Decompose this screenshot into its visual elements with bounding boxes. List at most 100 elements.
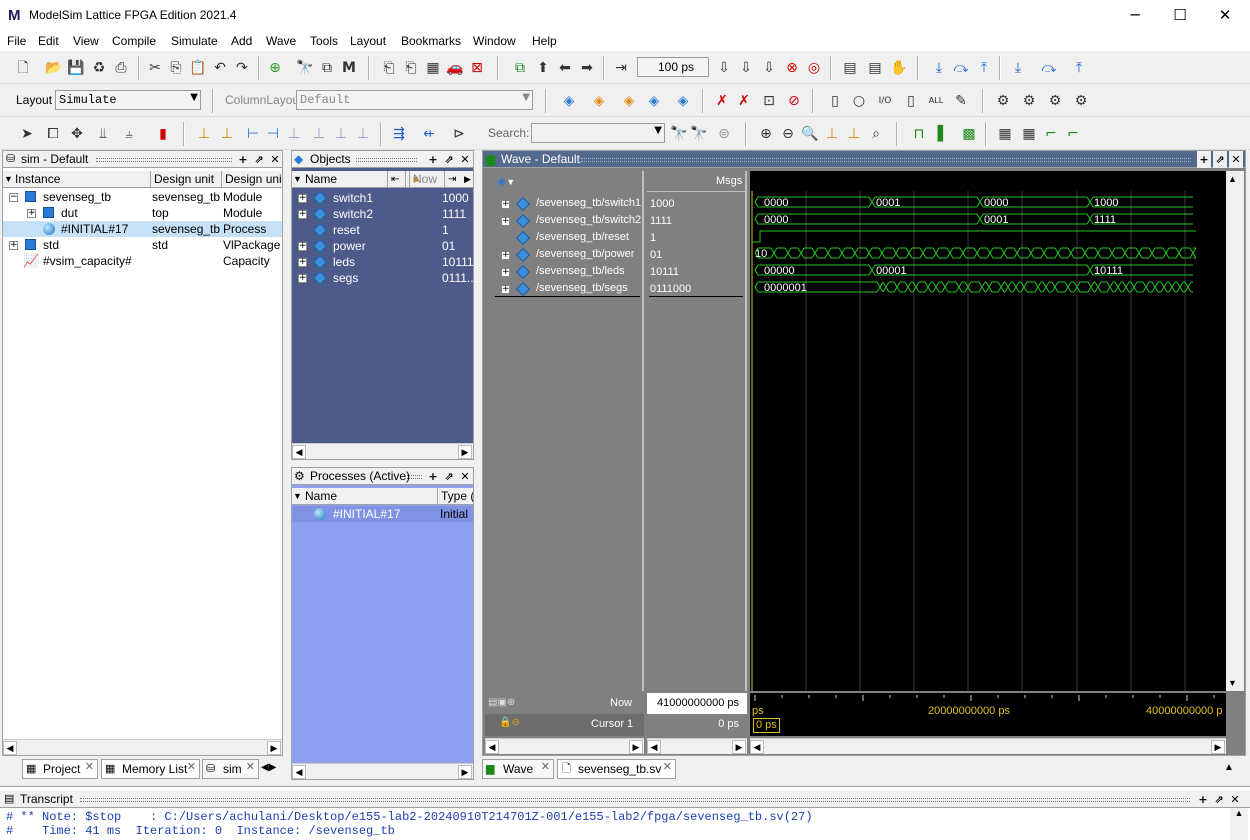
panel-add-icon[interactable]: + — [426, 151, 440, 168]
wave-style-2-icon[interactable]: ▌ — [934, 125, 952, 143]
run-length-input[interactable]: 100 ps — [637, 57, 709, 77]
collapse-icon[interactable]: − — [9, 193, 18, 202]
expand-icon[interactable]: + — [298, 210, 307, 219]
tab-wave[interactable]: ▆ Wave ✕ — [482, 759, 554, 779]
breakpoint-icon[interactable]: ▮ — [154, 125, 172, 143]
expand-icon[interactable]: + — [298, 242, 307, 251]
wave-signal-row[interactable]: +/sevenseg_tb/switch2 — [485, 213, 644, 229]
paste-icon[interactable]: 📋 — [189, 59, 207, 77]
expand-icon[interactable]: + — [298, 258, 307, 267]
up-arrow-icon[interactable]: ⬆ — [534, 59, 552, 77]
expand-icon[interactable]: + — [501, 268, 510, 277]
new-file-icon[interactable]: 🗋 — [14, 59, 32, 77]
step-icon[interactable]: ⤓ — [930, 59, 948, 77]
now-prev-icon[interactable]: ⇤ — [387, 171, 403, 188]
zoom-mode-icon[interactable]: ⧠ — [44, 125, 62, 143]
search-options-icon[interactable]: ⊜ — [715, 125, 733, 143]
run-icon[interactable]: ⇩ — [715, 59, 733, 77]
maximize-button[interactable]: ☐ — [1157, 0, 1203, 31]
wave-add-5-icon[interactable]: ◈ — [674, 92, 692, 110]
expand-icon[interactable]: + — [298, 274, 307, 283]
schematic-icon[interactable]: ⊳ — [450, 125, 468, 143]
back-arrow-icon[interactable]: ⬅ — [556, 59, 574, 77]
sim-row-std[interactable]: + std std VlPackage — [3, 237, 282, 253]
find-icon[interactable]: 🔭 — [296, 59, 314, 77]
panel-undock-icon[interactable]: ⇗ — [1212, 791, 1226, 808]
filter-icon[interactable]: ⊡ — [760, 92, 778, 110]
delete-all-icon[interactable]: ✗ — [735, 92, 753, 110]
wave-timeline[interactable]: ps 20000000000 ps 40000000000 p 0 ps — [750, 693, 1226, 736]
expand-icon[interactable]: ⇶ — [390, 125, 408, 143]
sort-icon[interactable]: ▼ — [292, 488, 302, 505]
compile-icon[interactable]: ⎗ — [380, 59, 398, 77]
now-next-icon[interactable]: ⇥ — [444, 171, 460, 188]
expand-icon[interactable]: + — [501, 200, 510, 209]
stop-run-icon[interactable]: ◎ — [805, 59, 823, 77]
tab-scroll-arrow[interactable]: ▲ — [1224, 762, 1234, 773]
add-icon[interactable]: ⊕ — [266, 59, 284, 77]
run-all-icon[interactable]: ⇩ — [760, 59, 778, 77]
search-next-icon[interactable]: 🔭 — [670, 125, 688, 143]
menu-add[interactable]: Add — [231, 34, 252, 48]
sort-icon[interactable]: ▼ — [292, 171, 302, 188]
col-process-type[interactable]: Type ( — [437, 488, 473, 505]
panel-undock-icon[interactable]: ⇗ — [442, 468, 456, 485]
menu-view[interactable]: View — [73, 34, 99, 48]
select-pointer-icon[interactable]: ➤ — [18, 125, 36, 143]
wave-vscroll[interactable]: ▲ ▼ — [1226, 171, 1244, 691]
panel-add-icon[interactable]: + — [236, 151, 250, 168]
edit-mode-icon[interactable]: ✥ — [68, 125, 86, 143]
objects-hscroll[interactable]: ◀ ▶ — [292, 443, 473, 459]
menu-tools[interactable]: Tools — [310, 34, 338, 48]
edge-right-icon[interactable]: ⊣ — [264, 125, 282, 143]
sim-row-sevenseg-tb[interactable]: − sevenseg_tb sevenseg_tb Module — [3, 189, 282, 205]
filter-in-icon[interactable]: ▯ — [826, 92, 844, 110]
filter-io-icon[interactable]: I/O — [876, 92, 894, 110]
tab-memory-list[interactable]: ▦ Memory List ✕ — [101, 759, 200, 779]
wave-format-3-icon[interactable]: ⌐ — [1042, 125, 1060, 143]
memory-profile-icon[interactable]: ▤ — [866, 59, 884, 77]
layout-select[interactable]: Simulate ▼ — [55, 90, 201, 110]
undo-icon[interactable]: ↶ — [211, 59, 229, 77]
print-icon[interactable]: ⎙ — [112, 59, 130, 77]
menu-window[interactable]: Window — [473, 34, 516, 48]
tab-scroll-arrows[interactable]: ◀▶ — [261, 762, 276, 773]
menu-compile[interactable]: Compile — [112, 34, 156, 48]
menu-layout[interactable]: Layout — [350, 34, 386, 48]
wave-signal-row[interactable]: +/sevenseg_tb/segs — [485, 281, 644, 297]
wave-add-icon[interactable]: ◈▼ — [497, 174, 515, 188]
expand-icon[interactable]: + — [501, 251, 510, 260]
sim-row-vsim-capacity[interactable]: 📈 #vsim_capacity# Capacity — [3, 253, 282, 269]
column-layout-select[interactable]: Default ▼ — [296, 90, 533, 110]
object-row[interactable]: + switch1 1000 — [292, 190, 473, 206]
menu-file[interactable]: File — [7, 34, 26, 48]
panel-undock-icon[interactable]: ⇗ — [1213, 151, 1227, 168]
col-name[interactable]: Name — [302, 171, 384, 188]
zoom-out-icon[interactable]: ⊖ — [779, 125, 797, 143]
menu-wave[interactable]: Wave — [266, 34, 296, 48]
compile-all-icon[interactable]: ⎗ — [402, 59, 420, 77]
tab-sim[interactable]: ⛁ sim ✕ — [202, 759, 259, 779]
forward-arrow-icon[interactable]: ➡ — [578, 59, 596, 77]
edge-next-icon[interactable]: ⊥ — [218, 125, 236, 143]
now-tools-icon[interactable]: ▤▣⊕ — [488, 697, 515, 708]
col-design-unit-type[interactable]: Design unit t — [221, 171, 282, 188]
menu-simulate[interactable]: Simulate — [171, 34, 218, 48]
wave-add-4-icon[interactable]: ◈ — [645, 92, 663, 110]
object-row[interactable]: +reset1 — [292, 222, 473, 238]
zoom-range-icon[interactable]: ⊥ — [845, 125, 863, 143]
filter-custom-icon[interactable]: ✎ — [952, 92, 970, 110]
sort-icon[interactable]: ▼ — [3, 171, 13, 188]
delete-wave-icon[interactable]: ✗ — [713, 92, 731, 110]
col-more-icon[interactable]: ▶ — [461, 171, 473, 188]
sim-row-initial[interactable]: #INITIAL#17 sevenseg_tb Process — [3, 221, 282, 237]
col-instance[interactable]: Instance — [3, 171, 150, 188]
hierarchy-icon[interactable]: ⧉ — [318, 59, 336, 77]
filter-all-icon[interactable]: ALL — [927, 92, 945, 110]
wave-format-1-icon[interactable]: ▦ — [996, 125, 1014, 143]
copy-icon[interactable]: ⎘ — [167, 59, 185, 77]
col-now[interactable]: ■ Now — [405, 171, 442, 188]
minimize-button[interactable]: ─ — [1112, 0, 1158, 31]
wave-add-3-icon[interactable]: ◈ — [620, 92, 638, 110]
menu-edit[interactable]: Edit — [38, 34, 59, 48]
